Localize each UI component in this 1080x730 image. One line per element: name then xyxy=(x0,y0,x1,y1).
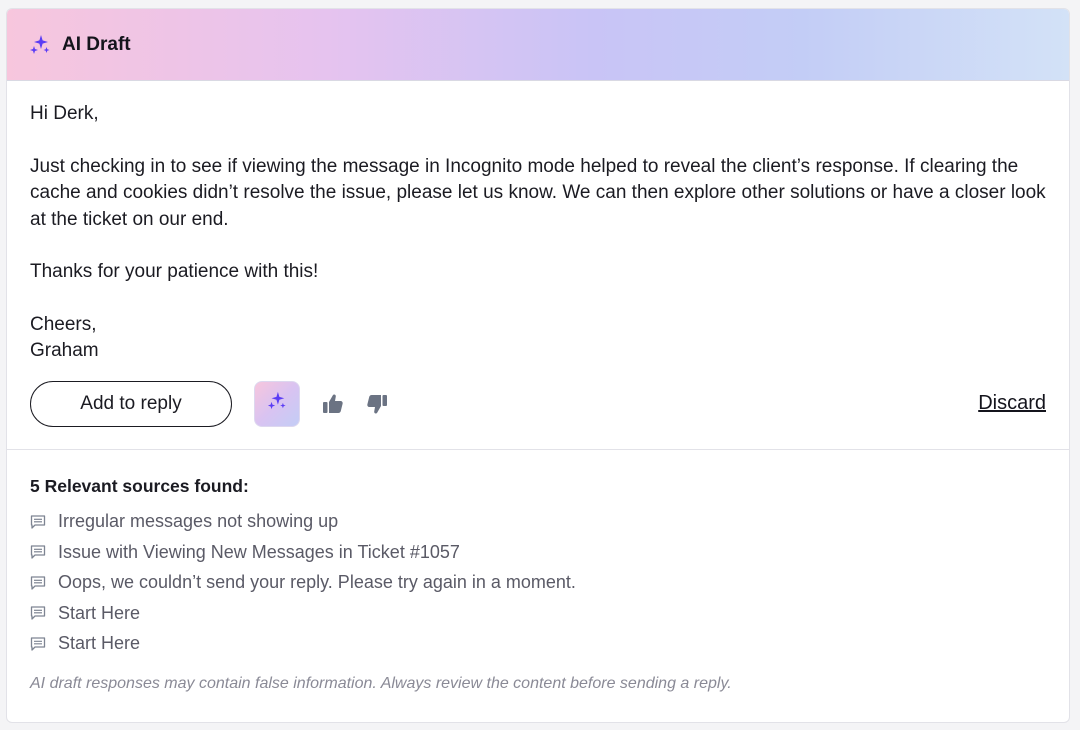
source-item[interactable]: Start Here xyxy=(30,629,1046,660)
sources-list: Irregular messages not showing up Issue … xyxy=(30,507,1046,660)
discard-link[interactable]: Discard xyxy=(978,392,1046,415)
message-icon xyxy=(30,575,46,591)
draft-greeting: Hi Derk, xyxy=(30,103,99,124)
thumbs-up-icon[interactable] xyxy=(320,391,346,417)
source-item[interactable]: Issue with Viewing New Messages in Ticke… xyxy=(30,537,1046,568)
draft-closing: Cheers, Graham xyxy=(30,312,1046,365)
source-link[interactable]: Irregular messages not showing up xyxy=(58,511,338,532)
source-link[interactable]: Issue with Viewing New Messages in Ticke… xyxy=(58,542,460,563)
draft-thanks: Thanks for your patience with this! xyxy=(30,261,319,282)
message-icon xyxy=(30,636,46,652)
draft-body: Hi Derk, Just checking in to see if view… xyxy=(7,81,1069,365)
source-link[interactable]: Start Here xyxy=(58,633,140,654)
draft-signoff: Cheers, xyxy=(30,313,97,335)
message-icon xyxy=(30,544,46,560)
add-to-reply-button[interactable]: Add to reply xyxy=(30,380,232,427)
header-title: AI Draft xyxy=(62,33,131,55)
message-icon xyxy=(30,514,46,530)
source-item[interactable]: Oops, we couldn’t send your reply. Pleas… xyxy=(30,568,1046,599)
source-link[interactable]: Start Here xyxy=(58,603,140,624)
message-icon xyxy=(30,605,46,621)
source-item[interactable]: Irregular messages not showing up xyxy=(30,507,1046,538)
ai-draft-card: AI Draft Hi Derk, Just checking in to se… xyxy=(6,8,1070,723)
draft-signature: Graham xyxy=(30,340,99,361)
sources-section: 5 Relevant sources found: Irregular mess… xyxy=(7,450,1069,660)
draft-paragraph: Just checking in to see if viewing the m… xyxy=(30,155,1046,230)
sparkle-icon xyxy=(29,34,51,56)
thumbs-down-icon[interactable] xyxy=(364,391,390,417)
sources-heading: 5 Relevant sources found: xyxy=(30,475,249,496)
source-link[interactable]: Oops, we couldn’t send your reply. Pleas… xyxy=(58,572,576,593)
ai-disclaimer: AI draft responses may contain false inf… xyxy=(30,675,732,692)
source-item[interactable]: Start Here xyxy=(30,598,1046,629)
draft-actions: Add to reply Discard xyxy=(7,365,1069,427)
ai-draft-header: AI Draft xyxy=(7,9,1069,81)
regenerate-button[interactable] xyxy=(254,380,300,427)
sparkle-icon xyxy=(267,391,287,416)
